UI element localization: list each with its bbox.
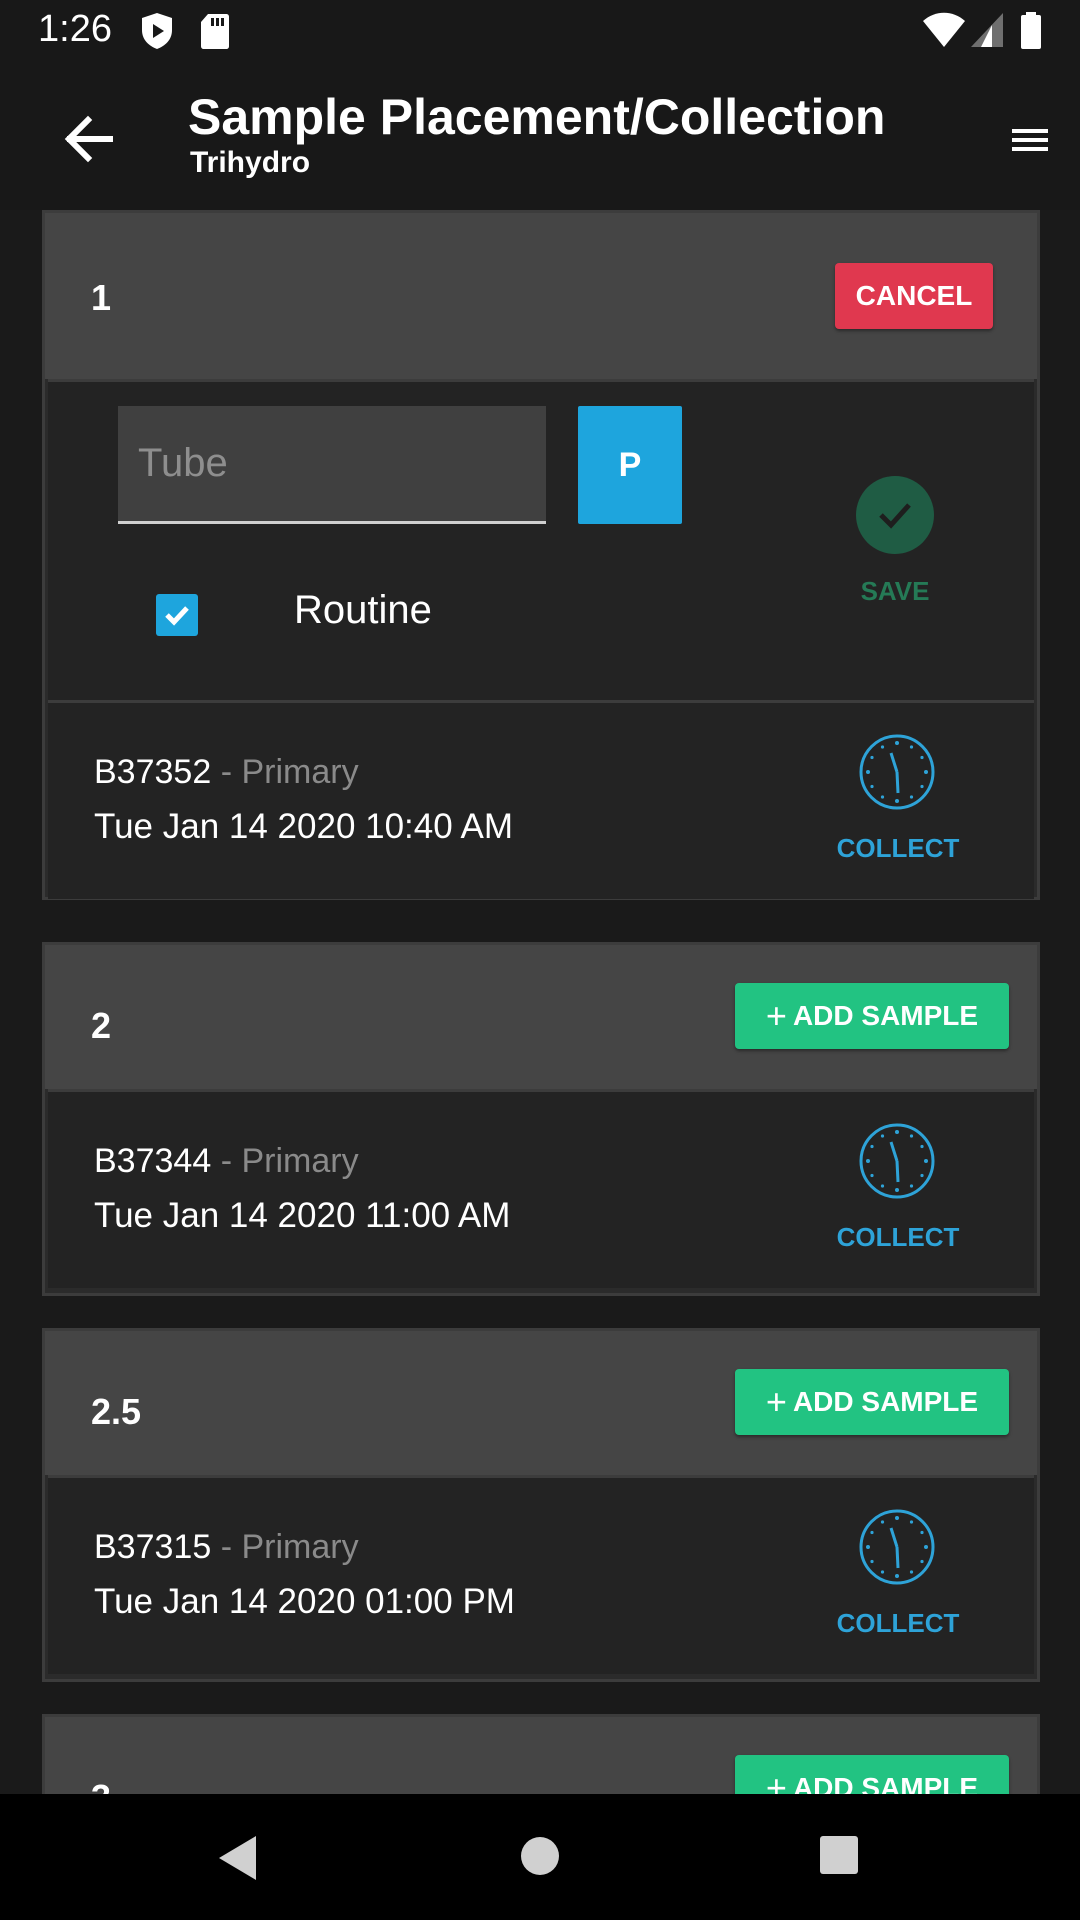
collect-button-label[interactable]: COLLECT [828, 833, 968, 864]
sample-row: B37344 - Primary Tue Jan 14 2020 11:00 A… [48, 1089, 1034, 1288]
sample-id: B37315 [94, 1528, 212, 1566]
collect-button-label[interactable]: COLLECT [828, 1608, 968, 1639]
sample-type: - Primary [220, 1142, 359, 1180]
sd-card-icon [201, 14, 229, 49]
clock-icon[interactable] [858, 1508, 936, 1586]
sample-id-line: B37315 - Primary [94, 1528, 359, 1567]
sample-date: Tue Jan 14 2020 11:00 AM [94, 1196, 511, 1235]
sample-group-card: 1 CANCEL P Routine SAVE [42, 210, 1040, 900]
hamburger-menu-icon[interactable] [1008, 120, 1052, 160]
status-time: 1:26 [38, 8, 112, 50]
battery-icon [1021, 12, 1041, 49]
nav-recents-icon[interactable] [818, 1834, 860, 1876]
clock-icon[interactable] [858, 1122, 936, 1200]
add-sample-button[interactable]: + ADD SAMPLE [735, 1369, 1009, 1435]
app-bar: Sample Placement/Collection Trihydro [0, 64, 1080, 210]
group-number: 3 [91, 1777, 111, 1794]
shield-play-icon [142, 13, 172, 49]
save-check-icon[interactable] [856, 476, 934, 554]
plus-icon: + [765, 1381, 787, 1422]
screen: 1:26 Sample Placement/Collection Trihydr… [0, 0, 1080, 1920]
sample-type: - Primary [220, 1528, 359, 1566]
nav-home-icon[interactable] [518, 1834, 562, 1878]
nav-back-icon[interactable] [216, 1834, 260, 1882]
sample-group-card: 2 + ADD SAMPLE B37344 - Primary Tue Jan 1… [42, 942, 1040, 1296]
cancel-button[interactable]: CANCEL [835, 263, 993, 329]
sample-type: - Primary [220, 753, 359, 791]
system-nav-bar [0, 1794, 1080, 1920]
routine-label: Routine [294, 588, 432, 632]
save-button-label[interactable]: SAVE [856, 576, 934, 607]
sample-id: B37344 [94, 1142, 212, 1180]
routine-checkbox[interactable] [156, 594, 198, 636]
sample-group-card: 2.5 + ADD SAMPLE B37315 - Primary Tue Jan… [42, 1328, 1040, 1682]
add-sample-form: P Routine SAVE [48, 379, 1034, 703]
add-sample-label: ADD SAMPLE [792, 1386, 979, 1417]
sample-group-card: 3 +ADD SAMPLE [42, 1714, 1040, 1794]
group-header: 3 +ADD SAMPLE [45, 1717, 1037, 1794]
sample-row: B37352 - Primary Tue Jan 14 2020 10:40 A… [48, 703, 1034, 899]
wifi-icon [923, 12, 965, 47]
add-sample-label: ADD SAMPLE [792, 1772, 979, 1794]
tube-input[interactable] [118, 406, 546, 524]
add-sample-button[interactable]: + ADD SAMPLE [735, 1755, 1009, 1794]
group-number: 2.5 [91, 1391, 142, 1432]
status-bar: 1:26 [0, 0, 1080, 64]
sample-row: B37315 - Primary Tue Jan 14 2020 01:00 P… [48, 1475, 1034, 1674]
primary-toggle-button[interactable]: P [578, 406, 682, 524]
plus-icon: + [765, 995, 787, 1036]
page-title: Sample Placement/Collection [188, 89, 886, 145]
content-scroll[interactable]: 1 CANCEL P Routine SAVE [0, 210, 1080, 1794]
sample-date: Tue Jan 14 2020 01:00 PM [94, 1582, 515, 1621]
sample-id-line: B37352 - Primary [94, 753, 359, 792]
cell-signal-icon [971, 13, 1003, 47]
collect-button-label[interactable]: COLLECT [828, 1222, 968, 1253]
check-icon [879, 503, 911, 529]
group-header: 2.5 + ADD SAMPLE [45, 1331, 1037, 1475]
check-icon [165, 606, 189, 626]
back-arrow-icon[interactable] [58, 108, 120, 170]
add-sample-label: ADD SAMPLE [792, 1000, 979, 1031]
sample-id: B37352 [94, 753, 212, 791]
group-number: 1 [91, 277, 112, 318]
group-header: 1 CANCEL [45, 213, 1037, 379]
sample-id-line: B37344 - Primary [94, 1142, 359, 1181]
sample-date: Tue Jan 14 2020 10:40 AM [94, 807, 514, 846]
page-subtitle: Trihydro [190, 146, 311, 179]
clock-icon[interactable] [858, 733, 936, 811]
plus-icon: + [765, 1767, 787, 1794]
group-number: 2 [91, 1005, 112, 1046]
add-sample-button[interactable]: + ADD SAMPLE [735, 983, 1009, 1049]
group-header: 2 + ADD SAMPLE [45, 945, 1037, 1089]
